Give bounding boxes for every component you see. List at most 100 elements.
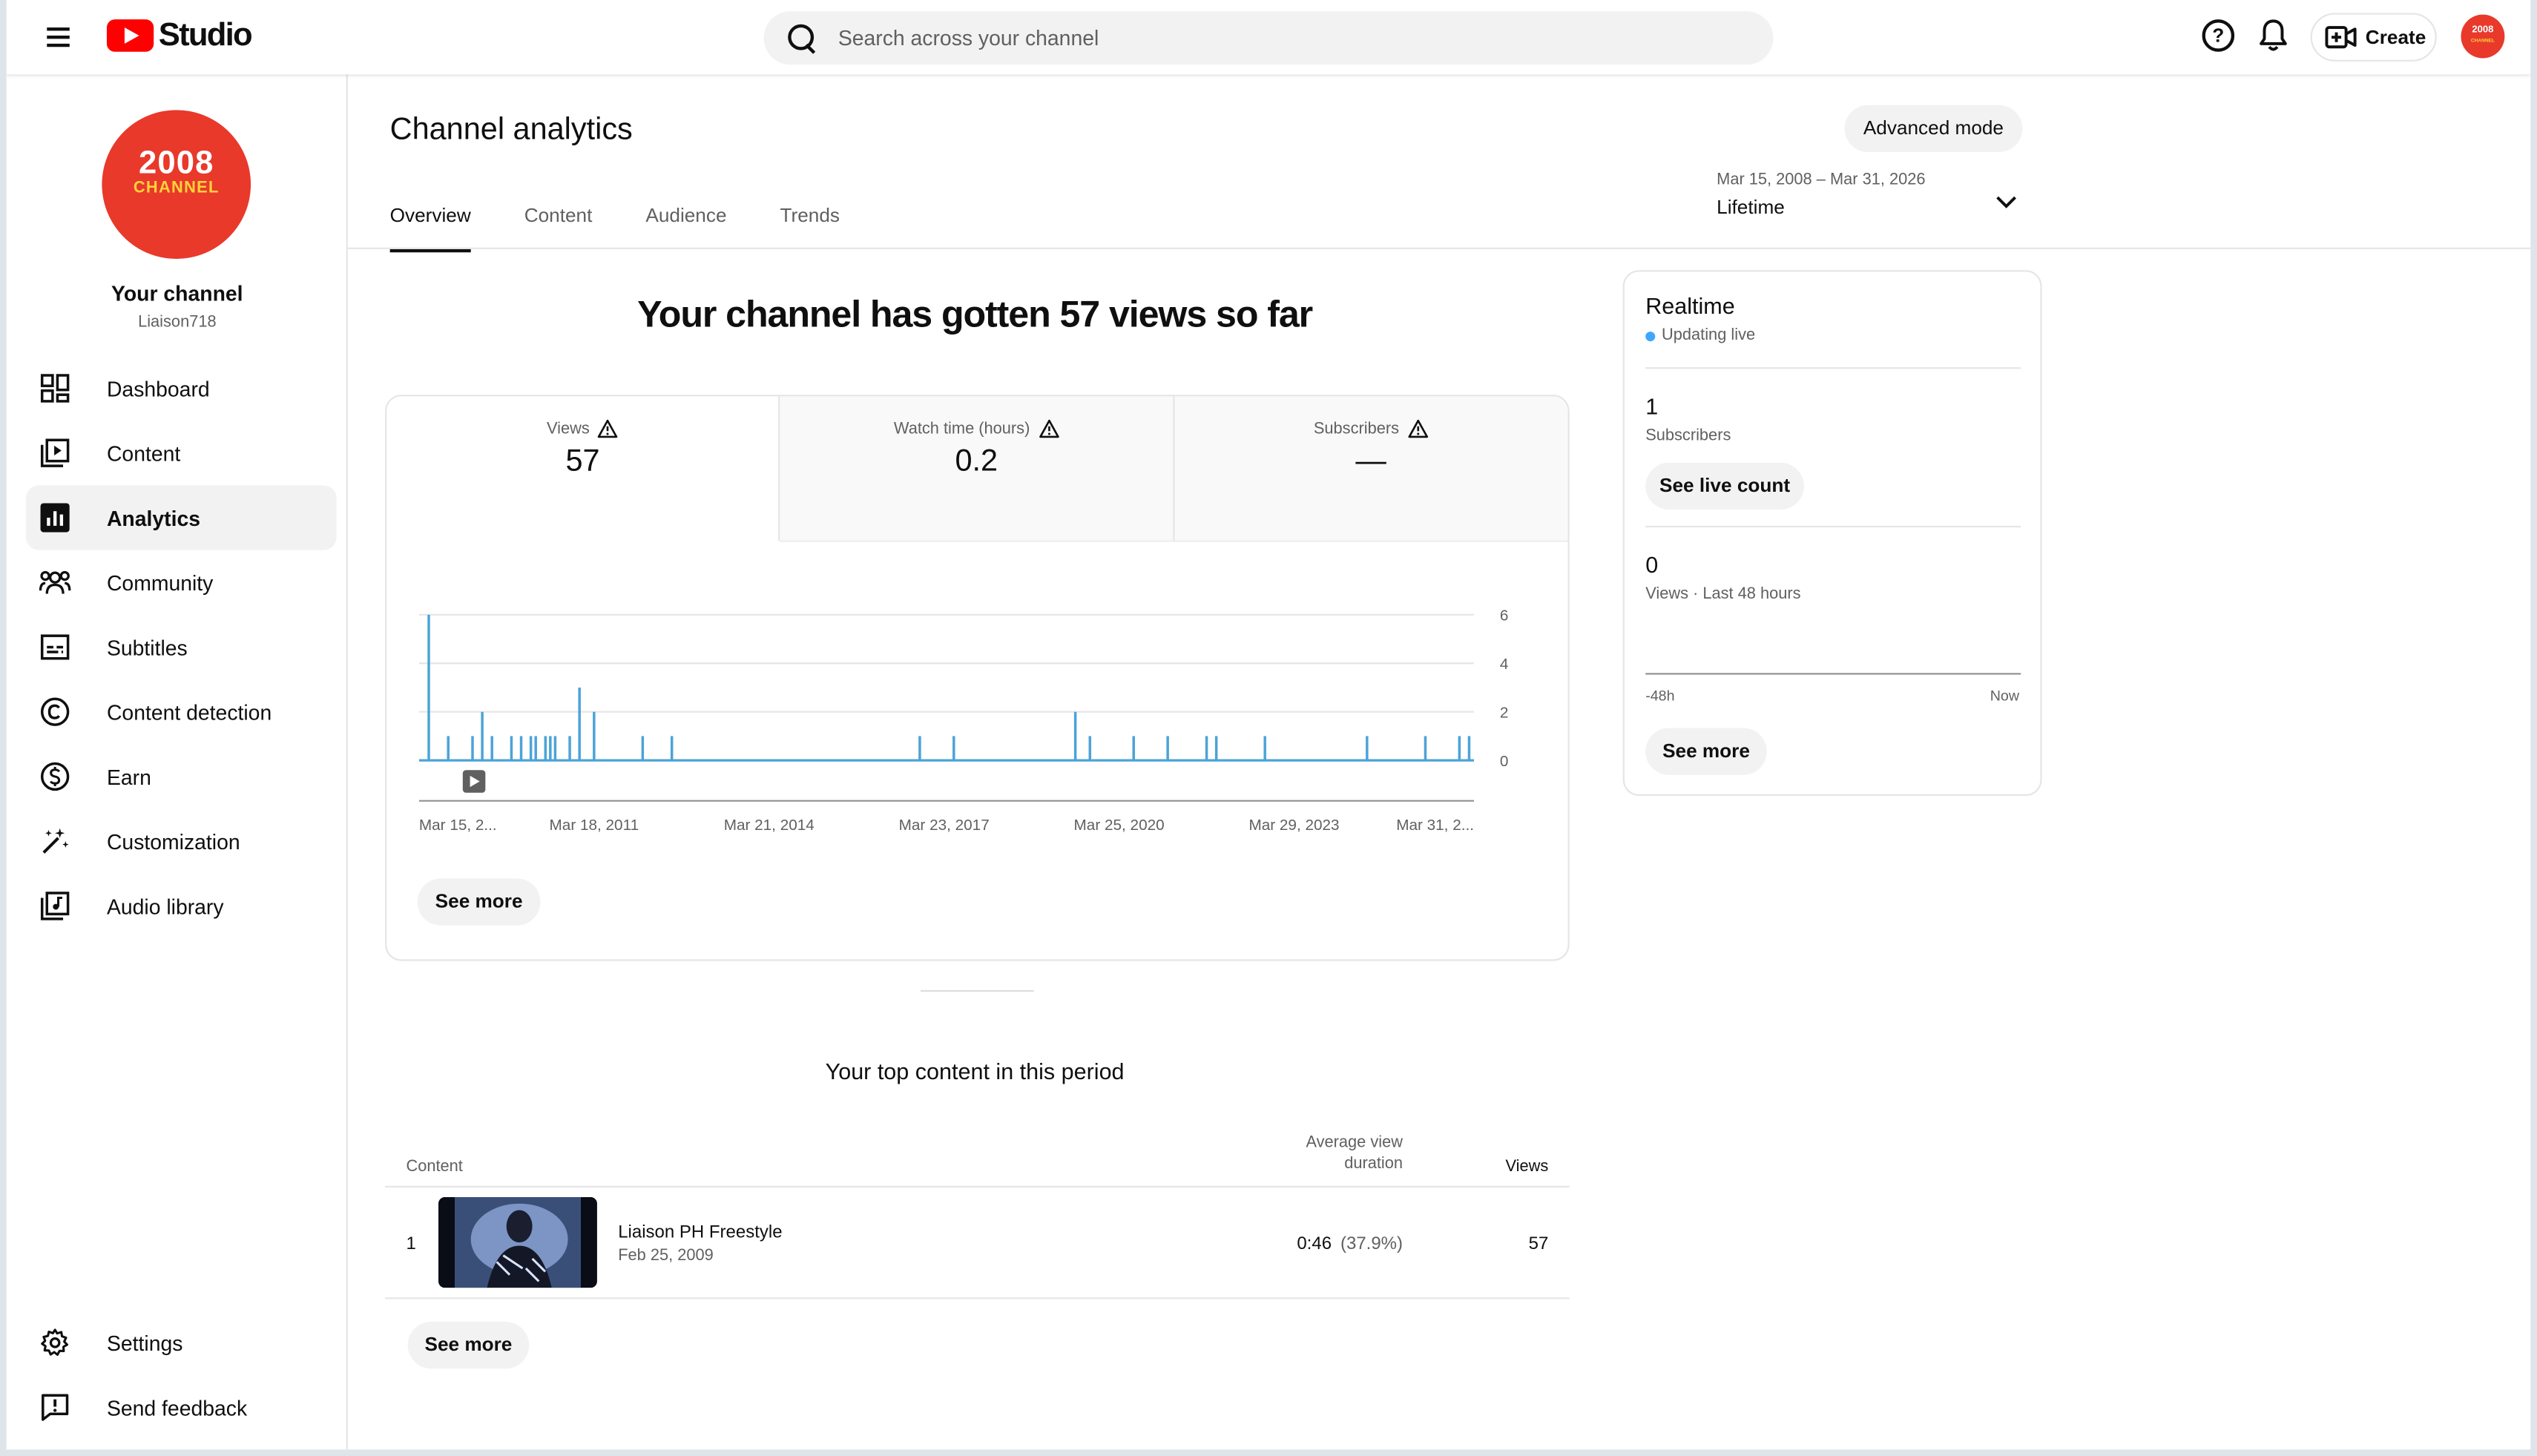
x-tick-label: Mar 25, 2020 — [1074, 817, 1165, 834]
views-chart: Mar 15, 2... Mar 18, 2011 Mar 21, 2014 Mar … — [386, 542, 1567, 866]
date-period-text: Lifetime — [1717, 195, 1785, 219]
create-label: Create — [2365, 25, 2426, 49]
published-video-marker[interactable] — [462, 770, 486, 793]
help-icon[interactable]: ? — [2202, 19, 2235, 52]
x-tick-label: Mar 21, 2014 — [724, 817, 815, 834]
account-avatar[interactable]: 2008 CHANNEL — [2461, 14, 2505, 59]
video-title[interactable]: Liaison PH Freestyle — [618, 1223, 782, 1242]
table-row[interactable]: 1 Liaison PH Freestyle Feb 25, 2009 0:46… — [385, 1187, 1570, 1299]
tab-overview[interactable]: Overview — [389, 204, 471, 253]
warning-icon — [1039, 419, 1059, 438]
channel-avatar[interactable]: 2008 CHANNEL — [102, 110, 251, 259]
realtime-views-label: Views · Last 48 hours — [1645, 585, 1801, 604]
page-title: Channel analytics — [389, 113, 633, 148]
realtime-see-more-button[interactable]: See more — [1645, 728, 1767, 775]
x-tick-label: Mar 29, 2023 — [1248, 817, 1339, 834]
x-tick-label: Mar 23, 2017 — [899, 817, 990, 834]
menu-icon[interactable] — [42, 21, 78, 53]
sidebar-item-label: Subtitles — [106, 635, 188, 659]
sidebar: 2008 CHANNEL Your channel Liaison718 Das… — [6, 74, 348, 1450]
sidebar-item-label: Dashboard — [106, 376, 210, 401]
metric-views[interactable]: Views 57 — [386, 396, 781, 542]
sidebar-item-audio-library[interactable]: Audio library — [26, 874, 337, 938]
column-header-content: Content — [406, 1158, 463, 1176]
tab-trends[interactable]: Trends — [780, 204, 840, 252]
sidebar-item-content-detection[interactable]: Content detection — [26, 679, 337, 744]
sidebar-item-community[interactable]: Community — [26, 550, 337, 615]
realtime-title: Realtime — [1645, 292, 1735, 319]
studio-app: Studio ? Create 2008 CHANNEL 2008 CHANNE… — [0, 0, 2537, 1456]
video-camera-plus-icon — [2325, 26, 2357, 49]
metrics-card: Views 57 Watch time (hours) 0.2 Subscrib… — [385, 395, 1570, 961]
sidebar-nav: Dashboard Content Analytics Community Su… — [25, 356, 337, 938]
video-thumbnail[interactable] — [438, 1197, 597, 1288]
youtube-play-icon — [106, 19, 154, 52]
warning-icon — [1407, 419, 1428, 438]
avg-view-percent: (37.9%) — [1340, 1234, 1404, 1254]
sidebar-item-label: Community — [106, 570, 214, 595]
date-range-picker[interactable]: Mar 15, 2008 – Mar 31, 2026 Lifetime — [1717, 171, 2027, 236]
chart-see-more-button[interactable]: See more — [417, 878, 541, 926]
warning-icon — [598, 419, 619, 438]
metric-subscribers[interactable]: Subscribers — — [1174, 396, 1568, 542]
analytics-icon — [39, 501, 71, 534]
x-tick-label: Mar 31, 2... — [1396, 817, 1474, 834]
main-content: Channel analytics Advanced mode Overview… — [347, 74, 2531, 1450]
avg-view-duration: 0:46 — [1297, 1234, 1332, 1254]
views-chart-svg: Mar 15, 2... Mar 18, 2011 Mar 21, 2014 Mar … — [419, 607, 1509, 834]
sidebar-item-earn[interactable]: Earn — [26, 744, 337, 808]
y-tick-label: 0 — [1500, 753, 1509, 770]
search-icon[interactable] — [763, 11, 828, 65]
sidebar-item-send-feedback[interactable]: Send feedback — [26, 1375, 337, 1440]
metric-label: Views — [547, 420, 590, 438]
sidebar-item-settings[interactable]: Settings — [26, 1311, 337, 1375]
chevron-down-icon — [1996, 196, 2016, 208]
metric-value: — — [1355, 444, 1386, 479]
top-content-see-more-button[interactable]: See more — [407, 1321, 530, 1369]
column-header-views: Views — [1505, 1158, 1549, 1176]
dashboard-icon — [39, 372, 71, 405]
divider — [1645, 525, 2021, 528]
realtime-status: Updating live — [1645, 327, 1755, 345]
content-icon — [39, 437, 71, 470]
metric-label: Subscribers — [1313, 420, 1400, 438]
realtime-subscribers-label: Subscribers — [1645, 426, 1731, 445]
sidebar-item-customization[interactable]: Customization — [26, 809, 337, 874]
notifications-bell-icon[interactable] — [2257, 18, 2290, 53]
studio-logo[interactable]: Studio — [106, 16, 253, 55]
top-bar: Studio ? Create 2008 CHANNEL — [6, 0, 2531, 75]
video-date: Feb 25, 2009 — [618, 1247, 714, 1265]
metric-watch-time[interactable]: Watch time (hours) 0.2 — [780, 396, 1174, 542]
see-live-count-button[interactable]: See live count — [1645, 462, 1804, 510]
live-dot-icon — [1645, 331, 1656, 341]
column-header-avg-duration: Average view duration — [1306, 1133, 1404, 1173]
sidebar-item-content[interactable]: Content — [26, 421, 337, 485]
sidebar-item-dashboard[interactable]: Dashboard — [26, 356, 337, 421]
section-divider — [921, 989, 1034, 992]
sidebar-item-label: Content — [106, 441, 181, 466]
advanced-mode-button[interactable]: Advanced mode — [1844, 105, 2023, 153]
video-views: 57 — [1528, 1234, 1549, 1254]
sidebar-item-analytics[interactable]: Analytics — [25, 485, 337, 550]
search-input[interactable] — [838, 25, 1648, 50]
sidebar-item-label: Content detection — [106, 699, 272, 725]
sidebar-item-label: Send feedback — [106, 1395, 248, 1420]
sidebar-item-label: Customization — [106, 829, 240, 854]
create-button[interactable]: Create — [2310, 13, 2437, 62]
studio-wordmark: Studio — [158, 16, 253, 53]
community-icon — [39, 566, 71, 599]
metric-value: 0.2 — [955, 444, 998, 479]
realtime-views-value: 0 — [1645, 551, 1659, 578]
realtime-subscribers-value: 1 — [1645, 393, 1659, 419]
dollar-icon — [39, 760, 71, 793]
x-tick-label: Mar 15, 2... — [419, 817, 497, 834]
sidebar-item-label: Earn — [106, 764, 151, 789]
gear-icon — [39, 1327, 71, 1360]
realtime-chart-baseline — [1645, 673, 2021, 675]
sidebar-item-subtitles[interactable]: Subtitles — [26, 615, 337, 679]
tab-content[interactable]: Content — [524, 204, 593, 252]
tabs-divider — [347, 247, 2531, 249]
row-rank: 1 — [406, 1234, 416, 1254]
tab-audience[interactable]: Audience — [645, 204, 726, 252]
realtime-axis-end: Now — [1990, 687, 2020, 704]
